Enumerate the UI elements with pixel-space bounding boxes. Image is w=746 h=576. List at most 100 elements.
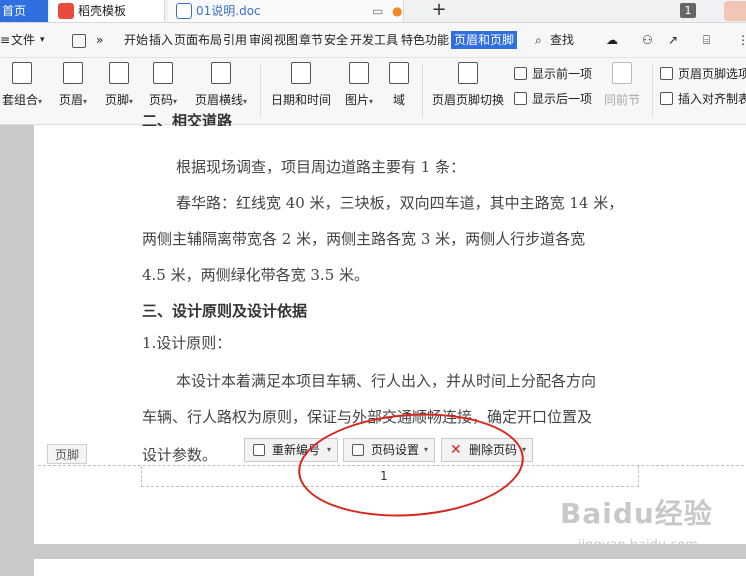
tab-bar: 首页 稻壳模板 01说明.doc ▭ ● + 1 [0,0,746,23]
switch-header-footer-button[interactable]: 页眉页脚切换 [430,62,506,108]
menu-features[interactable]: 特色功能 [401,31,449,49]
unsaved-dot-icon: ● [392,4,403,18]
menu-chapter[interactable]: 章节 [299,31,323,49]
header-line-icon [211,62,231,84]
word-doc-icon [176,3,192,19]
paragraph-road-line3: 4.5 米，两侧绿化带各宽 3.5 米。 [142,266,370,284]
menu-start[interactable]: 开始 [124,31,148,49]
align-tab-icon [660,92,673,105]
share-icon[interactable]: ↗ [668,31,678,49]
header-label: 页眉 [58,93,83,107]
footer-icon [109,62,129,84]
menu-review[interactable]: 审阅 [249,31,273,49]
menu-page-layout[interactable]: 页面布局 [174,31,222,49]
paragraph-design-line3: 设计参数。 [142,446,218,464]
menu-bar: ≡ 文件 ▾ » 开始 插入 页面布局 引用 审阅 视图 章节 安全 开发工具 … [0,23,746,58]
next-page[interactable] [34,559,746,576]
show-previous-button[interactable]: 显示前一项 [514,66,592,82]
flame-icon [58,3,74,19]
file-dropdown-icon[interactable]: ▾ [40,31,45,49]
tab-home[interactable]: 首页 [0,0,48,22]
ribbon-separator [652,64,653,118]
tab-document[interactable]: 01说明.doc ▭ ● [168,0,404,22]
subheading-design-principle: 1.设计原则： [142,334,232,352]
page-number-label: 页码 [148,93,173,107]
menu-file[interactable]: 文件 [11,31,35,49]
save-icon[interactable] [72,34,86,48]
more-menu-icon[interactable]: » [96,31,103,49]
field-button[interactable]: 域 [386,62,412,108]
tab-template-label: 稻壳模板 [78,4,127,18]
insert-align-tab-button[interactable]: 插入对齐制表 [660,91,746,107]
switch-icon [458,62,478,84]
show-next-icon [514,92,527,105]
show-previous-icon [514,67,527,80]
picture-dropdown-icon: ▾ [369,97,374,106]
page-number-icon [153,62,173,84]
set-group-label: 套组合 [1,93,38,107]
show-next-label: 显示后一项 [532,92,593,106]
ribbon-header-footer: 套组合▾ 页眉▾ 页脚▾ 页码▾ 页眉横线▾ 日期和时间 图片▾ 域 页眉页脚切… [0,58,746,125]
ribbon-separator [422,64,423,118]
cloud-icon[interactable]: ☁ [606,31,618,49]
hamburger-icon[interactable]: ≡ [0,31,10,49]
header-footer-options-button[interactable]: 页眉页脚选项 [660,66,746,82]
renumber-icon [253,444,265,456]
window-count-badge[interactable]: 1 [680,3,696,18]
header-dropdown-icon: ▾ [83,97,88,106]
date-time-label: 日期和时间 [270,93,331,107]
header-icon [63,62,83,84]
header-footer-options-label: 页眉页脚选项 [678,67,746,81]
tab-template[interactable]: 稻壳模板 [50,0,165,22]
heading-roads: 二、相交道路 [142,112,233,126]
baidu-watermark-url: jingyan.baidu.com [578,538,698,553]
same-as-previous-icon [612,62,632,84]
switch-header-footer-label: 页眉页脚切换 [431,93,504,107]
page-number-dropdown-icon: ▾ [173,97,178,106]
header-button[interactable]: 页眉▾ [54,62,92,110]
picture-label: 图片 [344,93,369,107]
new-tab-button[interactable]: + [429,0,449,20]
header-line-button[interactable]: 页眉横线▾ [190,62,252,110]
paragraph-road-line2: 两侧主辅隔离带宽各 2 米，两侧主路各宽 3 米，两侧人行步道各宽 [142,230,586,248]
user-share-icon[interactable]: ⚇ [642,31,653,49]
monitor-icon[interactable]: ▭ [372,0,383,22]
menu-header-footer[interactable]: 页眉和页脚 [451,31,518,49]
same-as-previous-label: 同前节 [603,93,640,107]
heading-design-principles: 三、设计原则及设计依据 [142,302,308,320]
paragraph-design-line1: 本设计本着满足本项目车辆、行人出入，并从时间上分配各方向 [176,372,597,390]
footer-dropdown-icon: ▾ [129,97,134,106]
search-icon[interactable]: ⌕ [535,31,542,49]
insert-align-tab-label: 插入对齐制表 [678,92,746,106]
field-label: 域 [392,93,405,107]
show-next-button[interactable]: 显示后一项 [514,91,592,107]
header-line-label: 页眉横线 [194,93,243,107]
more-options-icon[interactable]: ⋮ [737,31,746,49]
menu-references[interactable]: 引用 [223,31,247,49]
ribbon-separator [260,64,261,118]
footer-button[interactable]: 页脚▾ [100,62,138,110]
tab-document-label: 01说明.doc [196,4,261,18]
menu-insert[interactable]: 插入 [149,31,173,49]
set-group-dropdown-icon: ▾ [38,97,43,106]
field-icon [389,62,409,84]
picture-button[interactable]: 图片▾ [340,62,378,110]
picture-icon [349,62,369,84]
footer-region-label: 页脚 [47,444,87,464]
menu-view[interactable]: 视图 [274,31,298,49]
baidu-watermark: Baidu经验 [560,497,713,530]
date-time-button[interactable]: 日期和时间 [270,62,332,108]
user-avatar[interactable] [724,1,746,21]
paragraph-road-line1: 春华路：红线宽 40 米，三块板，双向四车道，其中主路宽 14 米， [176,194,624,212]
menu-search[interactable]: 查找 [550,31,574,49]
toolbox-icon[interactable]: ⌸ [703,31,710,49]
same-as-previous-button[interactable]: 同前节 [602,62,642,108]
options-icon [660,67,673,80]
set-group-button[interactable]: 套组合▾ [0,62,44,110]
page-number-button[interactable]: 页码▾ [144,62,182,110]
show-previous-label: 显示前一项 [532,67,593,81]
footer-label: 页脚 [104,93,129,107]
menu-developer[interactable]: 开发工具 [350,31,398,49]
calendar-icon [291,62,311,84]
menu-security[interactable]: 安全 [324,31,348,49]
